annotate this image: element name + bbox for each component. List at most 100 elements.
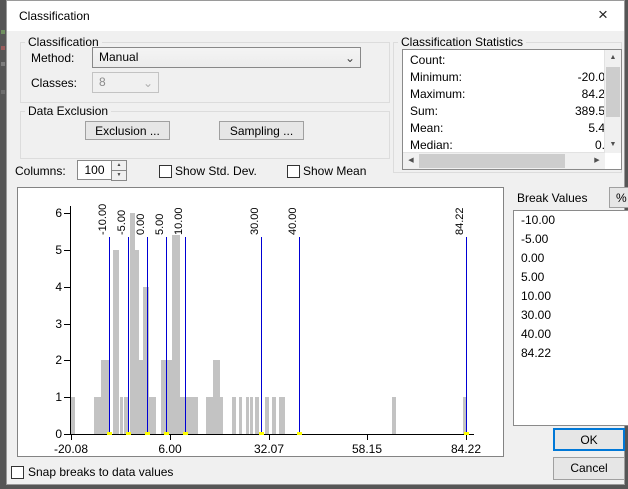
- break-line[interactable]: [128, 237, 129, 434]
- break-line[interactable]: [299, 237, 300, 434]
- y-axis-tick: [64, 360, 70, 361]
- method-combobox[interactable]: Manual ⌄: [92, 47, 361, 68]
- break-values-label: Break Values: [517, 191, 588, 205]
- break-handle[interactable]: [145, 432, 150, 435]
- columns-input[interactable]: 100: [77, 160, 112, 180]
- horizontal-scroll-thumb[interactable]: [419, 154, 565, 168]
- histogram-bar: [120, 397, 123, 434]
- y-axis-tick-label: 2: [55, 353, 62, 367]
- columns-spin-down-icon[interactable]: ▼: [111, 170, 127, 181]
- classification-dialog: Classification × Classification Method: …: [6, 0, 628, 485]
- statistics-horizontal-scrollbar[interactable]: ◀ ▶: [403, 152, 605, 169]
- snap-breaks-checkbox[interactable]: [11, 466, 24, 479]
- close-icon[interactable]: ×: [590, 3, 616, 27]
- histogram-bar: [239, 397, 242, 434]
- classes-combobox: 8 ⌄: [92, 72, 159, 93]
- scroll-left-icon[interactable]: ◀: [403, 153, 419, 169]
- break-value-item[interactable]: 84.22: [514, 344, 628, 363]
- y-axis-tick: [64, 434, 70, 435]
- break-handle[interactable]: [107, 432, 112, 435]
- break-handle[interactable]: [464, 432, 469, 435]
- columns-label: Columns:: [15, 164, 66, 178]
- break-line-label: 84.22: [454, 207, 466, 235]
- break-value-item[interactable]: 0.00: [514, 249, 628, 268]
- stat-row[interactable]: Maximum: 84.2: [403, 86, 605, 103]
- scroll-up-icon[interactable]: ▲: [605, 50, 621, 66]
- x-axis-tick: [170, 435, 171, 440]
- histogram-bar: [71, 397, 75, 434]
- classification-group-label: Classification: [28, 35, 99, 49]
- x-axis-tick-label: 84.22: [450, 442, 482, 456]
- break-values-list: -10.00 -5.00 0.00 5.00 10.00 30.00 40.00 84.22: [513, 210, 628, 426]
- break-handle[interactable]: [183, 432, 188, 435]
- x-axis-tick-label: 58.15: [351, 442, 383, 456]
- stat-row[interactable]: Count:: [403, 52, 605, 69]
- break-line-label: -10.00: [97, 203, 109, 235]
- break-line[interactable]: [166, 237, 167, 434]
- y-axis-tick-label: 6: [55, 206, 62, 220]
- histogram-bar: [186, 397, 198, 434]
- y-axis-tick-label: 4: [55, 280, 62, 294]
- x-axis-tick: [269, 435, 270, 440]
- break-line[interactable]: [109, 237, 110, 434]
- break-line[interactable]: [147, 237, 148, 434]
- break-value-item[interactable]: -5.00: [514, 230, 628, 249]
- break-handle[interactable]: [126, 432, 131, 435]
- break-value-item[interactable]: 10.00: [514, 287, 628, 306]
- break-value-item[interactable]: 5.00: [514, 268, 628, 287]
- y-axis-line: [70, 206, 71, 435]
- histogram-bar: [265, 397, 269, 434]
- stat-name: Count:: [410, 53, 446, 67]
- percent-button[interactable]: %: [609, 187, 628, 208]
- histogram-bar: [279, 397, 285, 434]
- break-line[interactable]: [185, 237, 186, 434]
- break-handle[interactable]: [297, 432, 302, 435]
- statistics-vertical-scrollbar[interactable]: ▲ ▼: [604, 50, 621, 153]
- break-line[interactable]: [261, 237, 262, 434]
- classes-value: 8: [99, 75, 106, 89]
- break-line-label: 30.00: [249, 207, 261, 235]
- ok-button[interactable]: OK: [553, 428, 625, 451]
- exclusion-button[interactable]: Exclusion ...: [85, 121, 170, 140]
- show-mean-checkbox[interactable]: [287, 165, 300, 178]
- histogram-bar: [172, 235, 180, 434]
- cancel-button[interactable]: Cancel: [553, 457, 625, 480]
- break-value-item[interactable]: 40.00: [514, 325, 628, 344]
- break-value-item[interactable]: 30.00: [514, 306, 628, 325]
- x-axis-tick: [466, 435, 467, 440]
- histogram-bar: [101, 360, 109, 434]
- histogram-bar: [255, 397, 259, 434]
- histogram-panel: 0 1 2 3 4 5 6 -20.08 6.00 32.07 58.15 84.22 -10.00 -5…: [17, 187, 504, 457]
- scroll-down-icon[interactable]: ▼: [605, 137, 621, 153]
- break-line-label: 5.00: [154, 213, 166, 235]
- data-exclusion-group-label: Data Exclusion: [28, 104, 109, 118]
- stat-row[interactable]: Sum: 389.5: [403, 103, 605, 120]
- method-value: Manual: [99, 50, 139, 64]
- show-std-dev-checkbox[interactable]: [159, 165, 172, 178]
- chevron-down-icon: ⌄: [142, 76, 153, 90]
- break-handle[interactable]: [164, 432, 169, 435]
- break-value-item[interactable]: -10.00: [514, 211, 628, 230]
- x-axis-tick-label: -20.08: [53, 442, 89, 456]
- break-handle[interactable]: [259, 432, 264, 435]
- stat-value: 389.5: [574, 104, 605, 118]
- scroll-right-icon[interactable]: ▶: [589, 153, 605, 169]
- show-std-dev-label: Show Std. Dev.: [175, 164, 257, 178]
- x-axis-tick: [367, 435, 368, 440]
- x-axis-tick: [71, 435, 72, 440]
- stat-value: -20.0: [577, 70, 605, 84]
- histogram-bar: [272, 397, 276, 434]
- columns-value: 100: [84, 163, 105, 177]
- break-line-label: 10.00: [173, 207, 185, 235]
- sampling-button[interactable]: Sampling ...: [219, 121, 304, 140]
- y-axis-tick: [64, 324, 70, 325]
- vertical-scroll-thumb[interactable]: [606, 67, 620, 117]
- stat-row[interactable]: Minimum: -20.0: [403, 69, 605, 86]
- histogram-bar: [246, 397, 249, 434]
- y-axis-tick-label: 3: [55, 317, 62, 331]
- y-axis-tick: [64, 213, 70, 214]
- dialog-title: Classification: [19, 9, 90, 23]
- y-axis-tick: [64, 250, 70, 251]
- break-line[interactable]: [466, 237, 467, 434]
- stat-row[interactable]: Mean: 5.4: [403, 120, 605, 137]
